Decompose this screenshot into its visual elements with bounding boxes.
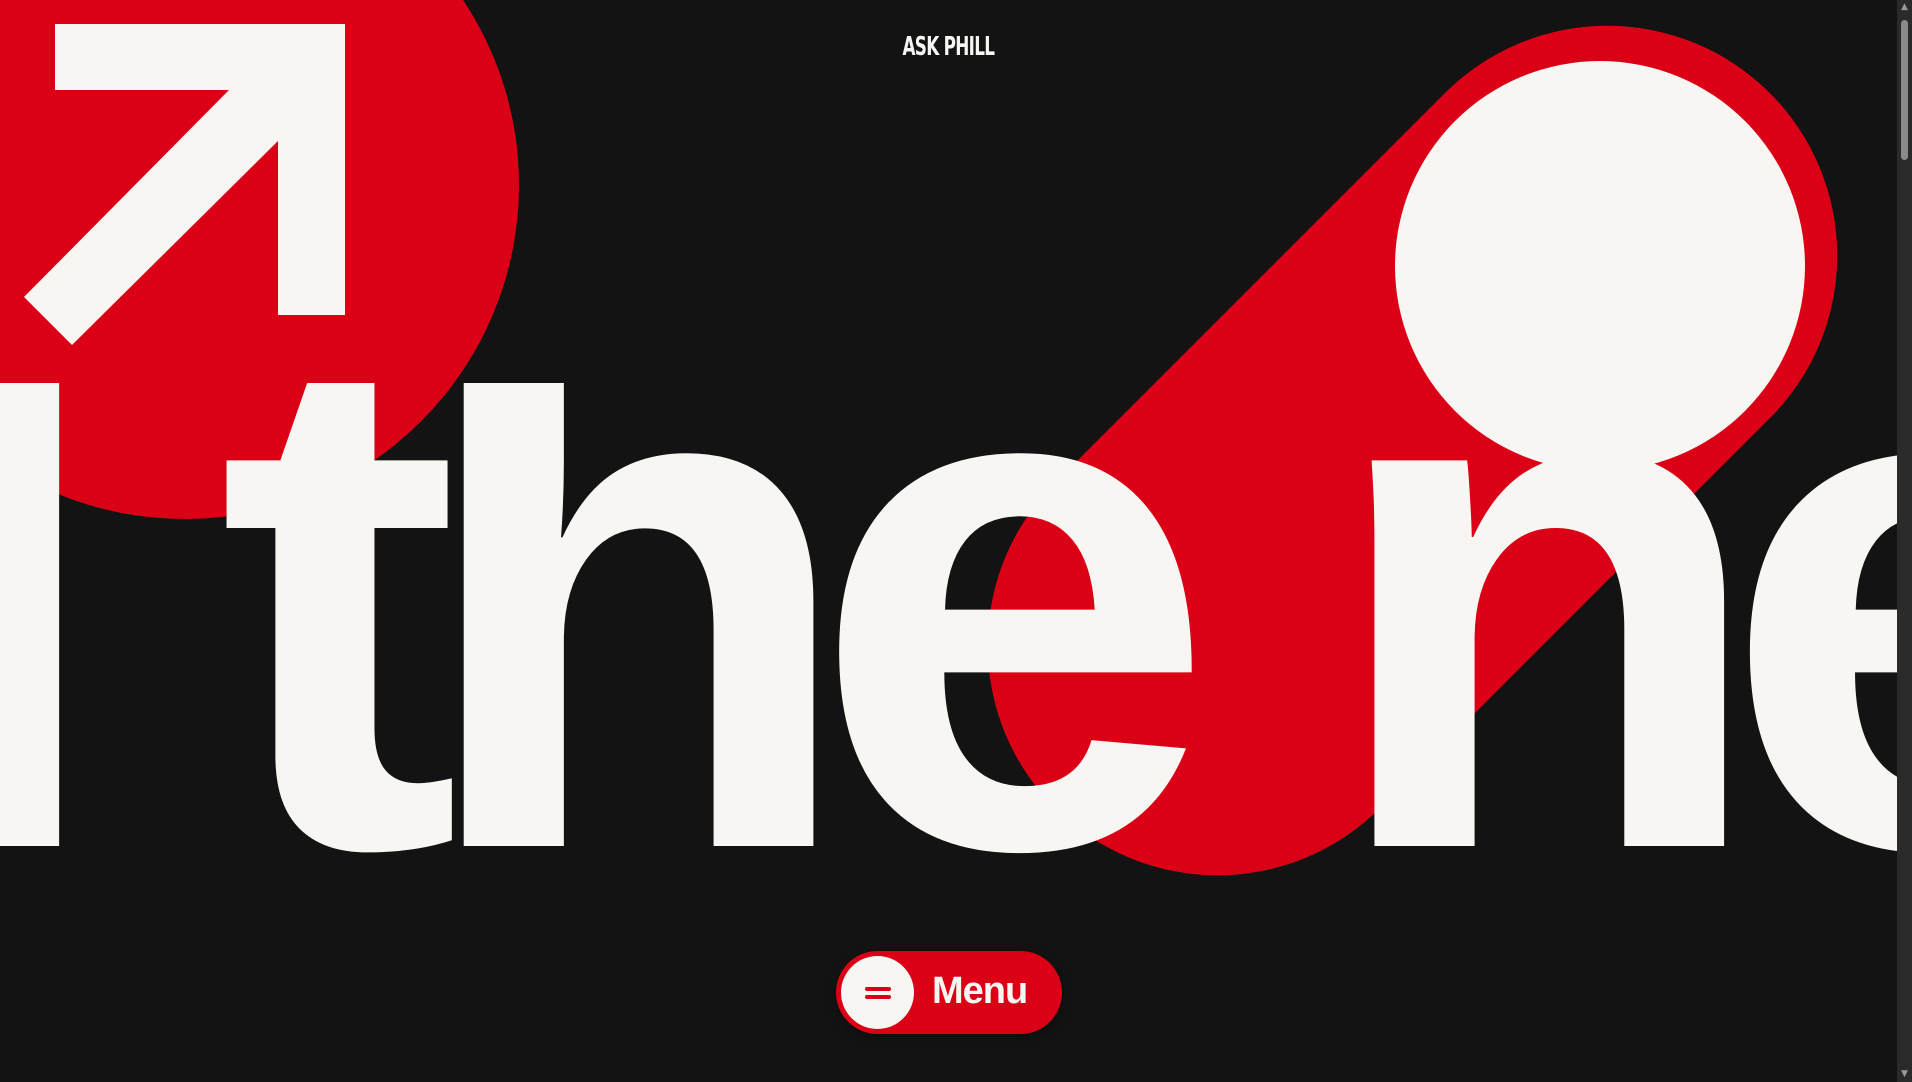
site-logo[interactable]: ASK PHILL <box>265 34 1631 60</box>
scrollbar-thumb[interactable] <box>1901 20 1908 160</box>
vertical-scrollbar[interactable]: ▲ ▼ <box>1897 0 1912 1082</box>
scroll-up-arrow-icon[interactable]: ▲ <box>1899 2 1910 13</box>
scroll-down-arrow-icon[interactable]: ▼ <box>1899 1069 1910 1080</box>
hero-headline-text: l the ne <box>0 383 1897 1001</box>
menu-button-label: Menu <box>932 970 1028 1012</box>
page-stage: ASK PHILL l the ne Menu <box>0 0 1897 1082</box>
menu-button[interactable]: Menu <box>836 951 1062 1034</box>
hamburger-icon <box>864 985 891 1001</box>
menu-icon-circle <box>841 956 914 1029</box>
